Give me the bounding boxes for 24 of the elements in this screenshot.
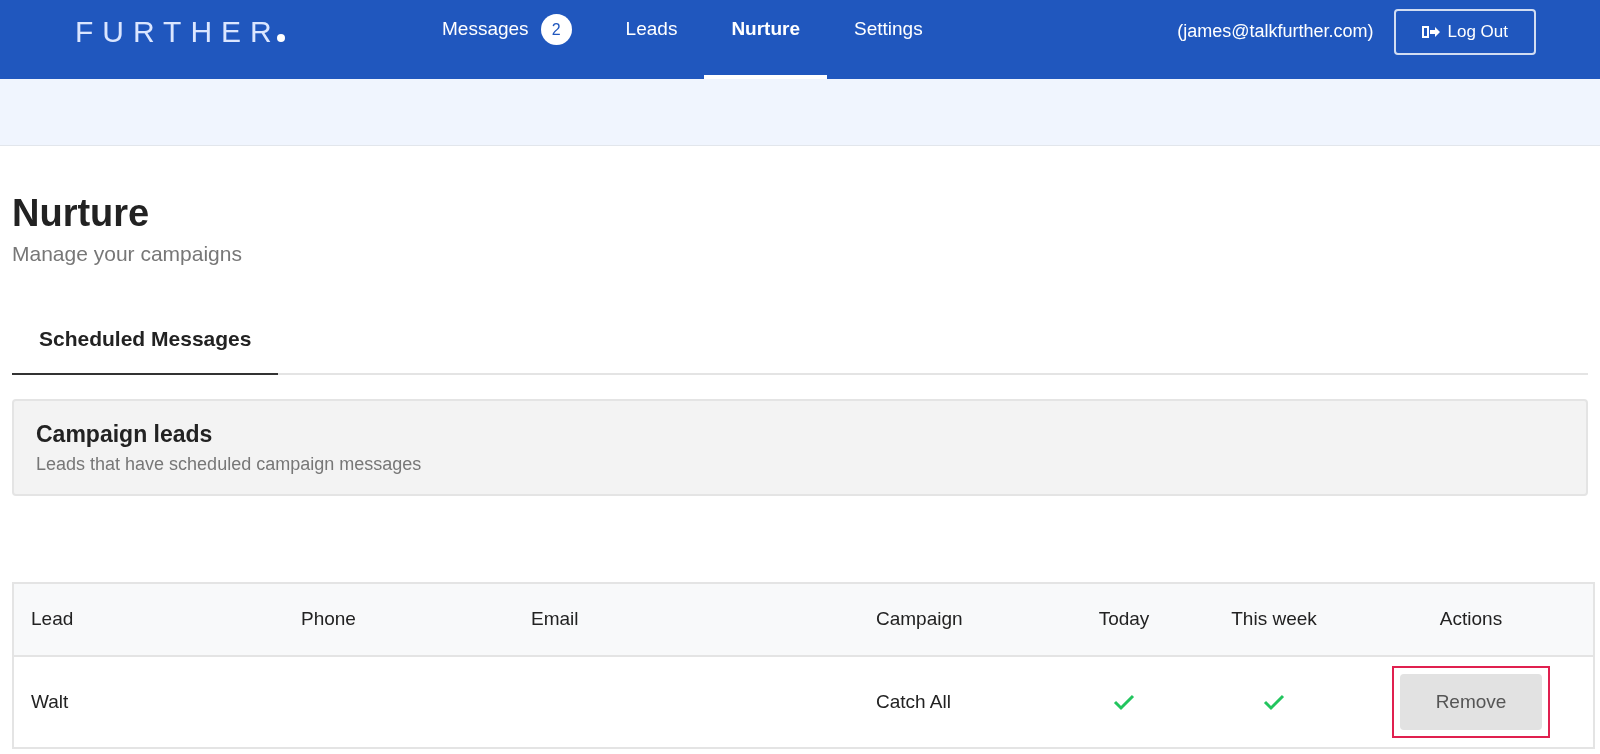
column-header: Campaign (875, 607, 964, 632)
nav-tab[interactable]: Messages 2 (415, 0, 599, 79)
column-header: Email (530, 607, 580, 632)
panel-title: Campaign leads (36, 419, 214, 449)
column-header: Actions (1439, 607, 1503, 632)
page-title: Nurture (12, 191, 151, 236)
tab[interactable]: Scheduled Messages (12, 323, 279, 375)
remove-button[interactable]: Remove (1400, 674, 1542, 730)
column-header: Lead (30, 607, 75, 632)
page-subtitle: Manage your campaigns (12, 240, 243, 267)
dot-icon (276, 34, 285, 42)
nav-tab[interactable]: Leads (598, 0, 705, 79)
user-email: (james@talkfurther.com) (1177, 20, 1374, 43)
table-cell-text: Catch All (875, 689, 951, 714)
panel-subtitle: Leads that have scheduled campaign messages (36, 453, 423, 476)
log-out-button[interactable]: Log Out (1393, 8, 1536, 55)
sign-out-icon (1421, 24, 1440, 39)
count-badge: 2 (540, 14, 572, 45)
table-cell-text: Walt (30, 689, 69, 714)
column-header: Today (1098, 607, 1150, 632)
column-header: Phone (300, 607, 357, 632)
column-header: This week (1231, 607, 1317, 632)
logo: FURTHER (75, 9, 405, 54)
nav-tab[interactable]: Settings (827, 0, 950, 79)
